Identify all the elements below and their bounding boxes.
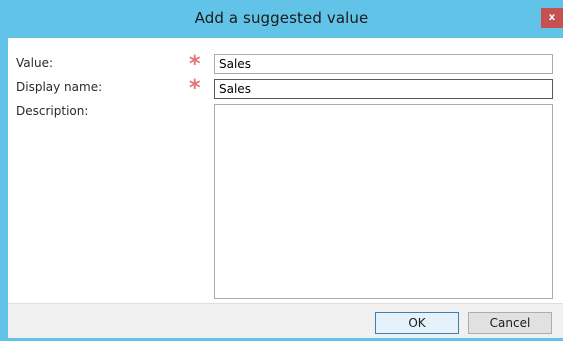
value-input[interactable] (214, 54, 553, 74)
description-textarea[interactable] (214, 104, 553, 299)
description-label: Description: (16, 104, 89, 118)
dialog-window: Add a suggested value x Value: * Display… (0, 0, 563, 341)
display-name-required-icon: * (189, 76, 201, 101)
dialog-title: Add a suggested value (194, 9, 369, 27)
display-name-input[interactable] (214, 79, 553, 99)
display-name-label: Display name: (16, 80, 103, 94)
ok-button[interactable]: OK (375, 312, 459, 334)
value-label: Value: (16, 56, 53, 70)
cancel-button[interactable]: Cancel (468, 312, 552, 334)
title-bar[interactable]: Add a suggested value x (0, 0, 563, 38)
close-button[interactable]: x (541, 8, 563, 28)
value-required-icon: * (189, 52, 201, 77)
